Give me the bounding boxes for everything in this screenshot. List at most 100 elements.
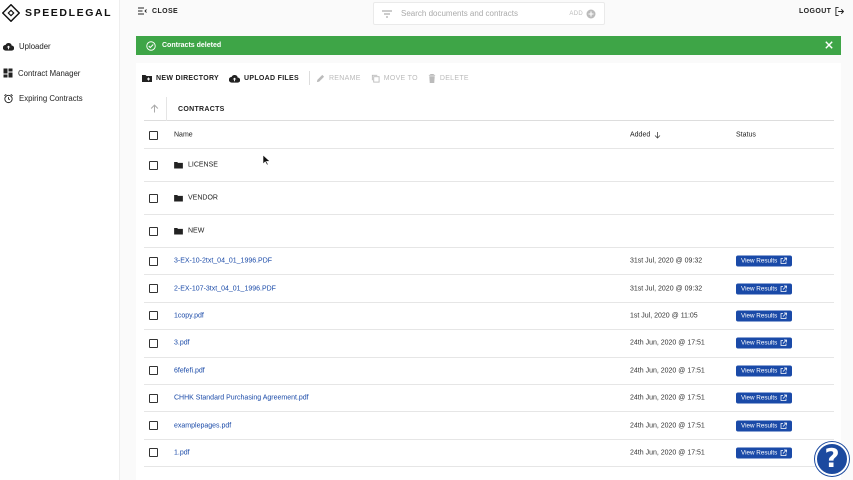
- add-circle-icon[interactable]: [586, 9, 596, 19]
- toolbar: NEW DIRECTORY UPLOAD FILES RENAME MOVE T…: [142, 71, 479, 85]
- sidebar-item-label: Contract Manager: [18, 68, 81, 78]
- new-directory-label: NEW DIRECTORY: [156, 74, 220, 82]
- file-name-link[interactable]: 1copy.pdf: [174, 312, 204, 319]
- added-date: 31st Jul, 2020 @ 09:32: [630, 257, 703, 265]
- new-folder-icon: [142, 75, 152, 82]
- delete-button[interactable]: DELETE: [428, 73, 469, 83]
- view-results-button[interactable]: View Results: [736, 447, 793, 459]
- table-row[interactable]: 3.pdf 24th Jun, 2020 @ 17:51 View Results: [144, 330, 834, 358]
- file-name-link[interactable]: 1.pdf: [174, 449, 190, 456]
- sidebar: SPEEDLEGAL Uploader Contract Manager Exp…: [0, 0, 120, 480]
- banner-message: Contracts deleted: [162, 42, 222, 49]
- added-date: 1st Jul, 2020 @ 11:05: [630, 312, 698, 320]
- folder-name-cell[interactable]: NEW: [174, 228, 204, 235]
- file-name-link[interactable]: CHHK Standard Purchasing Agreement.pdf: [174, 395, 309, 402]
- row-checkbox[interactable]: [149, 448, 158, 458]
- logout-button[interactable]: LOGOUT: [799, 7, 845, 16]
- table-row[interactable]: 6fefefi.pdf 24th Jun, 2020 @ 17:51 View Re…: [144, 358, 834, 385]
- view-results-label: View Results: [741, 367, 778, 375]
- folder-name-cell[interactable]: LICENSE: [174, 162, 218, 169]
- external-link-icon: [780, 339, 788, 347]
- table-row[interactable]: 1.pdf 24th Jun, 2020 @ 17:51 View Results: [144, 440, 834, 468]
- file-name-link[interactable]: 6fefefi.pdf: [174, 367, 205, 374]
- view-results-label: View Results: [741, 394, 778, 402]
- select-all-checkbox[interactable]: [149, 130, 158, 140]
- contracts-table: Name Added Status LICENSE VENDOR NEW 3-EX-…: [144, 122, 834, 468]
- column-header-name[interactable]: Name: [174, 132, 193, 139]
- add-label[interactable]: ADD: [569, 11, 583, 17]
- row-checkbox[interactable]: [149, 256, 158, 266]
- row-checkbox[interactable]: [149, 366, 158, 376]
- column-header-added[interactable]: Added: [630, 132, 661, 139]
- move-to-button[interactable]: MOVE TO: [371, 74, 418, 83]
- sidebar-item-expiring-contracts[interactable]: Expiring Contracts: [3, 93, 83, 104]
- close-button[interactable]: CLOSE: [138, 7, 178, 15]
- mouse-cursor-icon: [263, 155, 270, 165]
- view-results-button[interactable]: View Results: [736, 283, 793, 295]
- folder-row[interactable]: VENDOR: [144, 182, 834, 215]
- view-results-button[interactable]: View Results: [736, 255, 793, 267]
- status-cell: View Results: [736, 255, 793, 267]
- breadcrumb-current[interactable]: CONTRACTS: [178, 106, 225, 113]
- help-button[interactable]: ?: [815, 442, 849, 476]
- table-row[interactable]: 1copy.pdf 1st Jul, 2020 @ 11:05 View Resul…: [144, 303, 834, 331]
- row-checkbox[interactable]: [149, 311, 158, 321]
- file-name-link[interactable]: 2-EX-107-3txt_04_01_1996.PDF: [174, 285, 276, 292]
- row-checkbox[interactable]: [149, 393, 158, 403]
- file-name-link[interactable]: 3-EX-10-2txt_04_01_1996.PDF: [174, 258, 272, 265]
- upload-files-button[interactable]: UPLOAD FILES: [229, 74, 299, 83]
- view-results-button[interactable]: View Results: [736, 420, 793, 432]
- menu-collapse-icon: [138, 7, 147, 15]
- table-row[interactable]: examplepages.pdf 24th Jun, 2020 @ 17:51 Vi…: [144, 412, 834, 440]
- added-date: 24th Jun, 2020 @ 17:51: [630, 339, 705, 347]
- status-cell: View Results: [736, 337, 793, 349]
- external-link-icon: [780, 394, 788, 402]
- external-link-icon: [780, 257, 788, 265]
- rename-button[interactable]: RENAME: [316, 74, 361, 83]
- logout-label: LOGOUT: [799, 8, 832, 15]
- sort-descending-icon: [654, 132, 661, 139]
- status-cell: View Results: [736, 420, 793, 432]
- folder-name-cell[interactable]: VENDOR: [174, 195, 218, 202]
- external-link-icon: [780, 449, 788, 456]
- brand-logo[interactable]: SPEEDLEGAL: [2, 3, 112, 23]
- cloud-upload-icon: [229, 74, 241, 83]
- search-bar[interactable]: Search documents and contracts ADD: [373, 2, 605, 25]
- external-link-icon: [780, 312, 788, 319]
- folder-row[interactable]: LICENSE: [144, 149, 834, 182]
- table-row[interactable]: CHHK Standard Purchasing Agreement.pdf 24…: [144, 385, 834, 413]
- row-checkbox[interactable]: [149, 193, 158, 203]
- sidebar-item-contract-manager[interactable]: Contract Manager: [3, 68, 80, 78]
- help-label: ?: [824, 444, 840, 474]
- table-row[interactable]: 2-EX-107-3txt_04_01_1996.PDF 31st Jul, 20…: [144, 275, 834, 303]
- sidebar-item-label: Expiring Contracts: [19, 94, 83, 103]
- view-results-button[interactable]: View Results: [736, 365, 793, 377]
- added-date: 24th Jun, 2020 @ 17:51: [630, 449, 705, 457]
- speedlegal-logo-icon: [2, 4, 20, 22]
- row-checkbox[interactable]: [149, 421, 158, 431]
- status-cell: View Results: [736, 392, 793, 404]
- new-directory-button[interactable]: NEW DIRECTORY: [142, 74, 219, 82]
- search-input[interactable]: Search documents and contracts: [401, 9, 569, 18]
- added-date: 24th Jun, 2020 @ 17:51: [630, 422, 705, 430]
- column-header-status: Status: [736, 131, 756, 139]
- file-name-link[interactable]: examplepages.pdf: [174, 422, 231, 429]
- close-icon[interactable]: [825, 41, 833, 49]
- row-checkbox[interactable]: [149, 226, 158, 236]
- sidebar-item-uploader[interactable]: Uploader: [3, 42, 51, 51]
- folder-row[interactable]: NEW: [144, 215, 834, 248]
- pencil-icon: [316, 74, 325, 82]
- arrow-up-icon[interactable]: [150, 104, 159, 113]
- table-row[interactable]: 3-EX-10-2txt_04_01_1996.PDF 31st Jul, 202…: [144, 248, 834, 276]
- table-header-row: Name Added Status: [144, 122, 834, 149]
- view-results-button[interactable]: View Results: [736, 310, 793, 322]
- row-checkbox[interactable]: [149, 284, 158, 294]
- row-checkbox[interactable]: [149, 160, 158, 170]
- file-name-link[interactable]: 3.pdf: [174, 340, 190, 347]
- dashboard-icon: [3, 68, 13, 78]
- filter-icon[interactable]: [382, 10, 392, 18]
- move-to-label: MOVE TO: [383, 74, 418, 82]
- view-results-button[interactable]: View Results: [736, 337, 793, 349]
- row-checkbox[interactable]: [149, 338, 158, 348]
- view-results-button[interactable]: View Results: [736, 392, 793, 404]
